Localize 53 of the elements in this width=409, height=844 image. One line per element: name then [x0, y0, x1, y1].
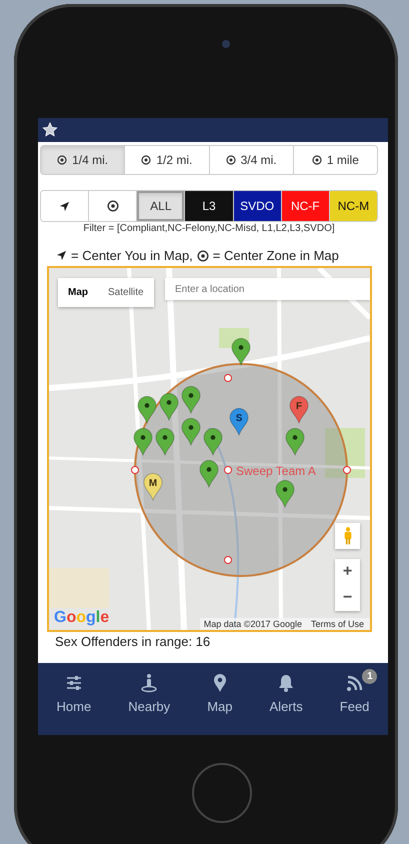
count-text: Sex Offenders in range: 16 [55, 634, 212, 649]
person-icon [139, 673, 160, 693]
rss-feed-icon [344, 673, 365, 693]
filter-button[interactable]: NC-F [280, 191, 329, 221]
zoom-out-button[interactable]: − [335, 585, 360, 611]
filter-button[interactable]: SVDO [232, 191, 281, 221]
map-marker[interactable] [159, 393, 179, 421]
target-icon [196, 250, 209, 262]
locate-arrow-icon [59, 200, 70, 212]
map-marker[interactable] [199, 460, 219, 488]
target-icon [312, 155, 322, 165]
map-marker[interactable]: M [143, 473, 163, 501]
zone-label: Sweep Team A [236, 464, 316, 478]
filter-button[interactable]: NC-M [328, 191, 377, 221]
map-marker[interactable] [133, 428, 153, 456]
filter-text: Filter = [Compliant,NC-Felony,NC-Misd, L1,L2,L3,SVDO] [82, 223, 336, 234]
map-marker[interactable] [203, 428, 223, 456]
target-icon [57, 155, 68, 165]
location-search-field[interactable]: Enter a location [165, 278, 370, 300]
target-icon [106, 200, 119, 212]
pegman-icon [342, 526, 352, 546]
locate-arrow-icon [56, 250, 67, 261]
zoom-in-button[interactable]: + [335, 559, 360, 585]
map-marker[interactable] [181, 386, 201, 414]
distance-tab[interactable]: 1 mile [292, 146, 377, 174]
nav-tab[interactable]: Home [52, 673, 96, 717]
camera-icon [222, 40, 230, 48]
terms-link[interactable]: Terms of Use [310, 619, 364, 629]
map-marker[interactable]: S [229, 408, 249, 436]
map-view[interactable]: S F M Sweep Team A Map Satellite Enter a location + − Google Map data ©2017 Google Terms of Use [47, 266, 372, 632]
map-logo: Google [54, 609, 110, 627]
notification-badge: 1 [362, 669, 378, 684]
nav-tab[interactable]: Alerts [266, 673, 307, 717]
nav-tab[interactable]: Nearby [124, 673, 174, 717]
map-marker[interactable] [137, 396, 157, 424]
target-icon [141, 155, 152, 165]
map-marker[interactable] [181, 418, 201, 446]
star-badge-icon [42, 122, 58, 138]
distance-tab[interactable]: 1/4 mi. [41, 146, 124, 174]
map-type-button[interactable]: Satellite [98, 278, 154, 307]
attribution-text: Map data ©2017 Google [204, 619, 302, 629]
filter-button[interactable]: L3 [184, 191, 233, 221]
filter-button[interactable]: ALL [136, 191, 184, 221]
target-icon [226, 155, 236, 165]
map-marker[interactable]: F [289, 396, 309, 424]
map-marker[interactable] [285, 428, 305, 456]
legend-text: = Center Zone in Map [212, 248, 339, 263]
nav-tab[interactable]: Map [203, 673, 236, 717]
map-marker[interactable] [231, 338, 251, 366]
map-marker[interactable] [275, 480, 295, 508]
map-type-button[interactable]: Map [58, 278, 98, 307]
legend-text: = Center You in Map, [71, 248, 193, 263]
map-marker[interactable] [155, 428, 175, 456]
